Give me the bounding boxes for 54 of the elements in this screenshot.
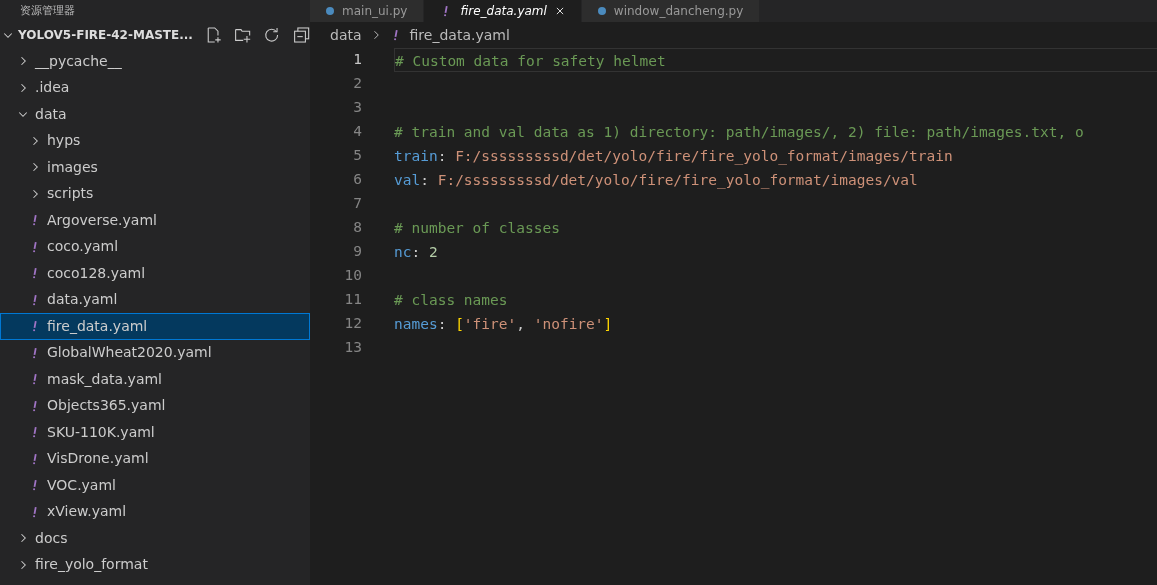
code-line: # Custom data for safety helmet [394,48,1157,72]
code-line: # train and val data as 1) directory: path/images/, 2) file: path/images.txt, o [394,123,1085,142]
file-item[interactable]: coco.yaml [0,233,310,260]
refresh-icon[interactable] [263,26,281,44]
file-item[interactable]: Argoverse.yaml [0,207,310,234]
collapse-icon[interactable] [292,26,310,44]
line-number: 9 [352,242,362,262]
line-number: 12 [343,314,362,334]
code-line: # class names [394,291,509,310]
explorer-title: 资源管理器 [19,3,76,19]
folder-item[interactable]: scripts [0,180,310,207]
python-file-icon [326,7,334,15]
line-number: 4 [352,122,362,142]
folder-item[interactable]: images [0,154,310,181]
file-item[interactable]: coco128.yaml [0,260,310,287]
file-item[interactable]: VisDrone.yaml [0,445,310,472]
folder-item[interactable]: .idea [0,74,310,101]
breadcrumb-item[interactable]: fire_data.yaml [409,24,510,46]
editor-tab[interactable]: main_ui.py [310,0,425,22]
line-number: 6 [352,170,362,190]
file-item[interactable]: fire_data.yaml [0,313,310,340]
folder-item[interactable]: docs [0,525,310,552]
code-line: nc: 2 [394,243,439,262]
file-item[interactable]: GlobalWheat2020.yaml [0,339,310,366]
close-icon [554,6,565,16]
breadcrumb-item[interactable]: data [330,24,362,46]
folder-item[interactable]: fire_yolo_format [0,551,310,578]
folder-item[interactable]: data [0,101,310,128]
editor-tab[interactable]: window_dancheng.py [581,0,761,22]
line-number: 8 [352,218,362,238]
line-number: 3 [352,98,362,118]
python-file-icon [597,7,606,15]
file-item[interactable]: Objects365.yaml [0,392,310,419]
project-name[interactable]: YOLOV5-FIRE-42-MASTE... [18,26,193,44]
file-item[interactable]: xView.yaml [0,498,310,525]
file-item[interactable]: data.yaml [0,286,310,313]
code-line: val: F:/sssssssssd/det/yolo/fire/fire_yolo_format/images/val [394,171,919,191]
line-number: 7 [352,194,362,214]
file-item[interactable]: VOC.yaml [0,472,310,499]
folder-item[interactable]: hyps [0,127,310,154]
line-number: 1 [352,50,362,70]
file-item[interactable]: SKU-110K.yaml [0,419,310,446]
line-number: 11 [343,290,362,310]
line-number: 10 [343,266,362,286]
folder-item[interactable]: __pycache__ [0,48,310,75]
line-number: 2 [352,74,362,94]
code-line: train: F:/sssssssssd/det/yolo/fire/fire_yolo_format/images/train [394,147,954,167]
editor-tab[interactable]: fire_data.yaml [424,0,582,22]
code-line: # number of classes [394,219,561,238]
file-item[interactable]: mask_data.yaml [0,366,310,393]
new-folder-icon[interactable] [234,26,252,44]
code-line: names: ['fire', 'nofire'] [394,315,614,334]
line-number: 5 [352,146,362,166]
line-number: 13 [343,338,362,358]
